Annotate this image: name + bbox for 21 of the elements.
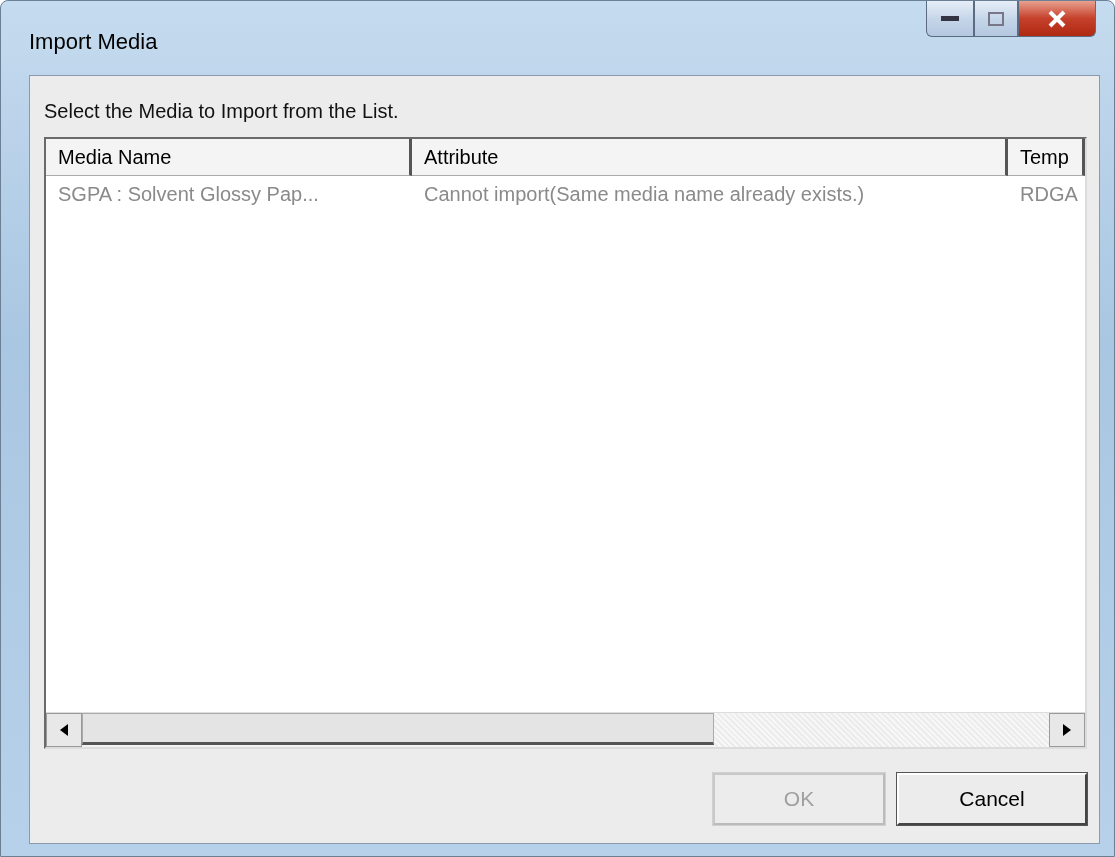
- close-button[interactable]: [1018, 1, 1096, 37]
- cancel-button[interactable]: Cancel: [897, 773, 1087, 825]
- maximize-button[interactable]: [974, 1, 1018, 37]
- minimize-button[interactable]: [926, 1, 974, 37]
- minimize-icon: [941, 15, 959, 22]
- close-icon: [1047, 9, 1067, 28]
- column-header[interactable]: Media Name: [46, 139, 412, 176]
- column-header[interactable]: Attribute: [412, 139, 1008, 176]
- table-cell-text: SGPA : Solvent Glossy Pap...: [57, 182, 320, 207]
- horizontal-scrollbar[interactable]: [46, 712, 1085, 747]
- instruction-text: Select the Media to Import from the List.: [44, 100, 400, 123]
- left-arrow-icon: [60, 724, 68, 736]
- scroll-thumb[interactable]: [82, 713, 714, 745]
- table-cell-text: Cannot import(Same media name already exists.): [423, 182, 866, 207]
- scroll-left-button[interactable]: [46, 713, 82, 747]
- window-title: Import Media: [29, 29, 158, 55]
- right-arrow-icon: [1063, 724, 1071, 736]
- table-cell-text: RDGA: [1019, 182, 1079, 207]
- column-header[interactable]: Temp: [1008, 139, 1085, 176]
- maximize-icon: [988, 11, 1004, 26]
- scroll-right-button[interactable]: [1049, 713, 1085, 747]
